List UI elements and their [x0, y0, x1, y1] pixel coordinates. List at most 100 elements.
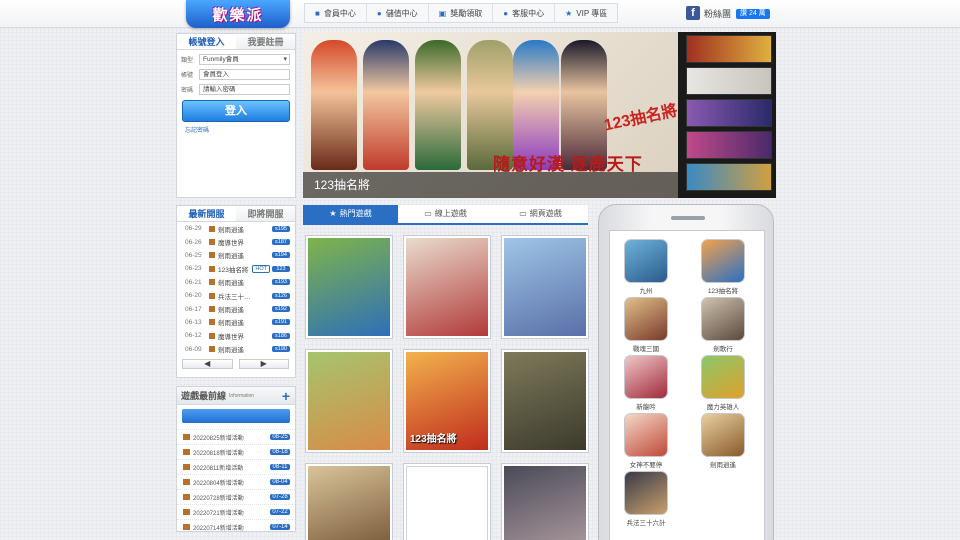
game-icon [183, 524, 190, 530]
star-icon: ★ [329, 209, 337, 218]
game-card[interactable] [501, 463, 589, 540]
server-badge: s126 [272, 292, 290, 299]
news-next-button[interactable]: ▶ [238, 358, 289, 369]
more-plus-icon[interactable]: + [282, 388, 290, 404]
info-highlight-bar[interactable] [182, 409, 290, 423]
info-row[interactable]: 20220728新增活動 07-28 [177, 489, 295, 504]
nav-rewards[interactable]: ▣ 獎勵領取 [429, 4, 494, 22]
server-news-row[interactable]: 06-09 劍雨逍遙 s190 [177, 343, 295, 356]
game-icon [209, 239, 215, 246]
app-name: 123抽名將 [707, 288, 739, 295]
game-card[interactable] [305, 463, 393, 540]
info-row[interactable]: 20220818新增活動 08-18 [177, 444, 295, 459]
server-badge: s187 [272, 239, 290, 246]
news-prev-button[interactable]: ◀ [182, 358, 233, 369]
tab-online-games[interactable]: ▭ 線上遊戲 [398, 205, 493, 223]
server-news-row[interactable]: 06-21 劍雨逍遙 s193 [177, 276, 295, 289]
tab-login[interactable]: 帳號登入 [177, 34, 236, 49]
server-news-row[interactable]: 06-25 劍雨逍遙 s194 [177, 249, 295, 262]
mobile-app[interactable]: 九州 [618, 239, 674, 295]
login-button[interactable]: 登入 [182, 100, 290, 122]
account-label: 帳號 [181, 73, 194, 79]
banner-thumb[interactable] [686, 131, 772, 159]
tab-latest-servers[interactable]: 最新開服 [177, 206, 236, 221]
info-row-date: 08-11 [270, 464, 290, 470]
tab-upcoming-servers[interactable]: 即將開服 [236, 206, 295, 221]
info-list: 20220825新增活動 08-25 20220818新增活動 08-18 202208… [177, 429, 295, 534]
forgot-password-link[interactable]: 忘記密碼 [185, 125, 295, 134]
banner-thumb[interactable] [686, 99, 772, 127]
hero-figure [311, 40, 357, 170]
server-news-row[interactable]: 06-26 魔導世界 s187 [177, 235, 295, 248]
password-input[interactable]: 請輸入密碼 [199, 84, 290, 95]
site-logo[interactable]: 歡樂派 [186, 0, 290, 28]
hero-banner[interactable]: 123抽名將 隨意好漢 逐鹿天下 123抽名將 [303, 32, 776, 198]
game-cover-image: 123抽名將 [406, 352, 488, 450]
server-badge: s192 [272, 306, 290, 313]
nav-label: 客服中心 [512, 8, 545, 18]
info-row-date: 07-14 [270, 524, 290, 530]
nav-deposit-center[interactable]: ● 儲值中心 [367, 4, 429, 22]
game-card[interactable] [403, 235, 491, 339]
tab-label: 網頁遊戲 [529, 209, 562, 218]
banner-image[interactable]: 123抽名將 隨意好漢 逐鹿天下 123抽名將 [303, 32, 678, 198]
info-row[interactable]: 20220714新增活動 07-14 [177, 519, 295, 534]
game-icon [209, 319, 215, 326]
news-date: 06-12 [185, 332, 202, 340]
mobile-app[interactable]: 戰魂三國 [618, 297, 674, 353]
nav-vip[interactable]: ★ VIP 專區 [555, 4, 617, 22]
game-card[interactable] [501, 235, 589, 339]
facebook-like-button[interactable]: 讚 24 萬 [736, 9, 770, 19]
mobile-app[interactable]: 劍雨逍遙 [695, 413, 751, 469]
news-date: 06-23 [185, 265, 202, 273]
tab-hot-games[interactable]: ★ 熱門遊戲 [303, 205, 398, 223]
banner-thumb[interactable] [686, 67, 772, 95]
gift-icon: ▣ [438, 8, 447, 18]
nav-label: VIP 專區 [576, 8, 608, 18]
game-card[interactable] [305, 349, 393, 453]
account-input[interactable]: 會員登入 [199, 69, 290, 80]
game-card-title: 123抽名將 [410, 434, 457, 445]
game-card[interactable] [305, 235, 393, 339]
server-news-row[interactable]: 06-23 123抽名將 HOT 123 [177, 262, 295, 275]
mobile-app[interactable]: 123抽名將 [695, 239, 751, 295]
server-badge: s186 [272, 332, 290, 339]
banner-thumb[interactable] [686, 163, 772, 191]
mobile-app[interactable]: 兵法三十六計 [618, 471, 674, 527]
server-news-row[interactable]: 06-20 兵法三十… s126 [177, 289, 295, 302]
game-card[interactable] [501, 349, 589, 453]
app-icon [701, 355, 745, 399]
mobile-app[interactable]: 劍歌行 [695, 297, 751, 353]
game-card[interactable] [403, 463, 491, 540]
nav-support[interactable]: ● 客服中心 [493, 4, 556, 22]
mobile-app[interactable]: 新龍吟 [618, 355, 674, 411]
game-card[interactable]: 123抽名將 [403, 349, 491, 453]
tab-register[interactable]: 我要註冊 [236, 34, 295, 49]
mobile-app[interactable]: 魔力英雄人 [695, 355, 751, 411]
nav-member-center[interactable]: ■ 會員中心 [305, 4, 367, 22]
app-name: 九州 [639, 288, 653, 295]
banner-promo-text: 123抽名將 [602, 102, 678, 135]
game-icon [183, 449, 190, 455]
info-row-title: 20220825新增活動 [193, 435, 244, 442]
info-row[interactable]: 20220721新增活動 07-22 [177, 504, 295, 519]
server-news-row[interactable]: 06-13 劍雨逍遙 s191 [177, 316, 295, 329]
info-row[interactable]: 20220825新增活動 08-25 [177, 429, 295, 444]
chat-icon: ● [503, 8, 509, 18]
logo-text: 歡樂派 [212, 6, 264, 24]
member-type-select[interactable]: Funmily會員 [199, 54, 290, 65]
server-news-row[interactable]: 06-17 劍雨逍遙 s192 [177, 302, 295, 315]
banner-thumb[interactable] [686, 35, 772, 63]
info-row[interactable]: 20220811新增活動 08-11 [177, 459, 295, 474]
info-row[interactable]: 20220804新增活動 08-04 [177, 474, 295, 489]
news-date: 06-13 [185, 318, 202, 326]
game-cover-image [308, 352, 390, 450]
star-icon: ★ [565, 8, 573, 18]
server-news-row[interactable]: 06-12 魔導世界 s186 [177, 329, 295, 342]
server-news-row[interactable]: 06-29 劍雨逍遙 s195 [177, 222, 295, 235]
mobile-app[interactable]: 女神不要停 [618, 413, 674, 469]
server-badge: 123 [272, 265, 290, 272]
top-header: 歡樂派 ■ 會員中心 ● 儲值中心 ▣ 獎勵領取 ● 客服中心 ★ VIP 專區 f 粉絲… [0, 0, 960, 28]
facebook-fanpage-link[interactable]: f 粉絲團 [686, 6, 731, 20]
tab-web-games[interactable]: ▭ 網頁遊戲 [493, 205, 588, 223]
